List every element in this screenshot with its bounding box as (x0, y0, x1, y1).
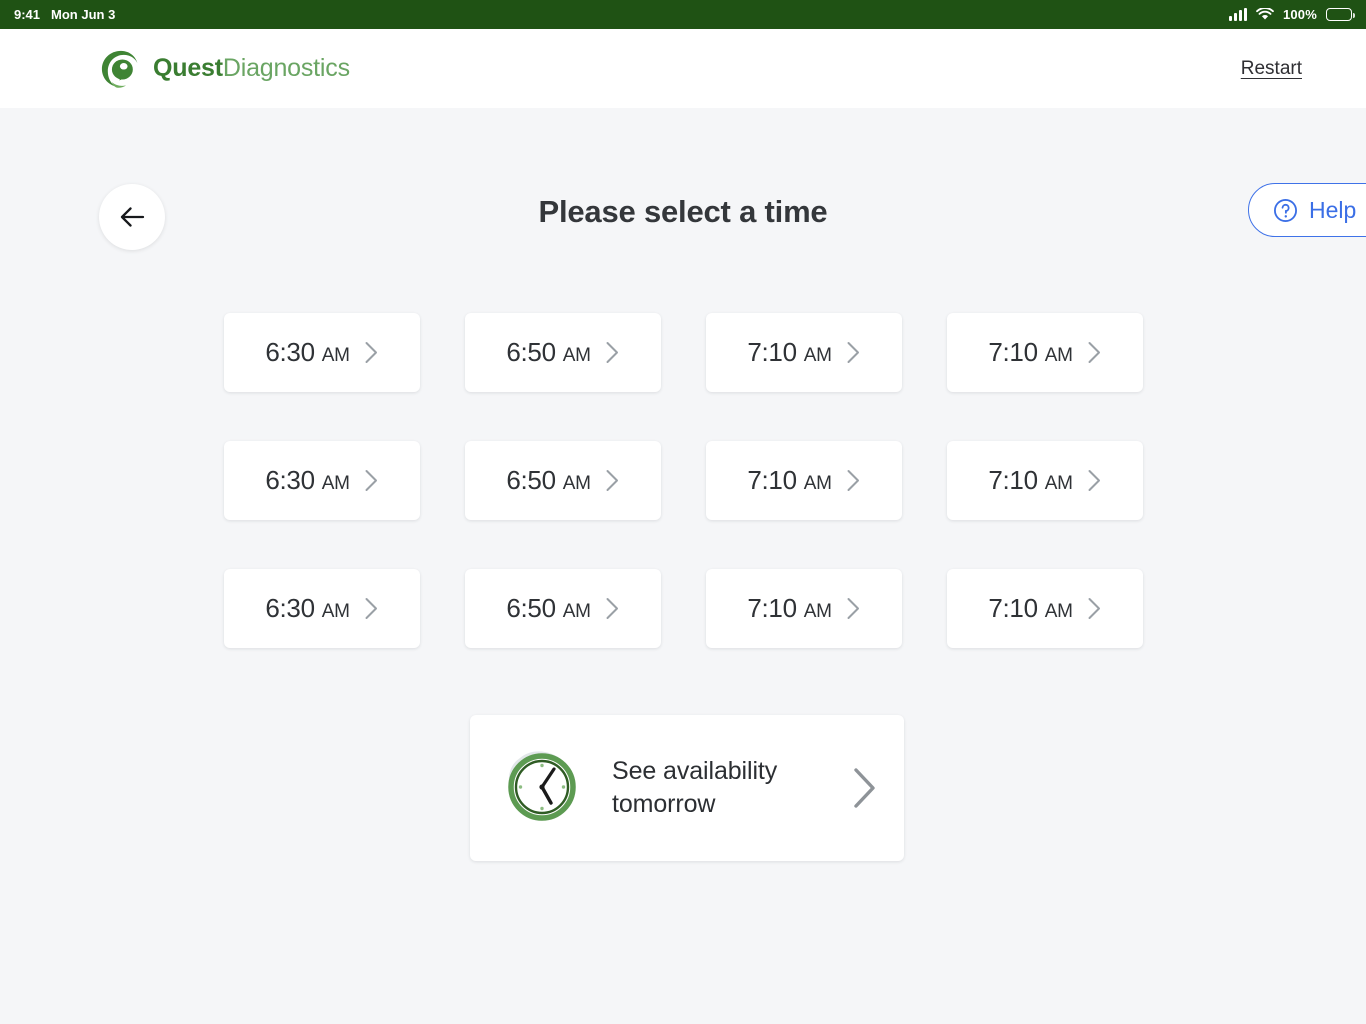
time-slot-meridiem: AM (562, 473, 591, 494)
chevron-right-icon (364, 341, 379, 364)
time-slot-time: 7:10 (747, 337, 797, 367)
chevron-right-icon (1087, 469, 1102, 492)
logo-quest-text: Quest (153, 54, 223, 82)
logo-diagnostics-text: Diagnostics (222, 54, 350, 82)
time-slot-meridiem: AM (1044, 601, 1073, 622)
time-slot-meridiem: AM (321, 345, 350, 366)
status-time: 9:41 (14, 7, 41, 22)
time-slot-card[interactable]: 6:50 AM (465, 313, 661, 392)
time-slot-time: 7:10 (747, 593, 797, 623)
chevron-right-icon (846, 341, 861, 364)
signal-bars-icon (1228, 8, 1247, 21)
status-date: Mon Jun 3 (51, 7, 116, 22)
time-slot-value: 6:50 AM (506, 465, 591, 496)
time-slot-card[interactable]: 6:50 AM (465, 569, 661, 648)
status-bar-left: 9:41 Mon Jun 3 (14, 7, 115, 22)
chevron-right-icon (605, 469, 620, 492)
chevron-right-icon (364, 597, 379, 620)
time-slot-value: 7:10 AM (747, 593, 832, 624)
time-slot-meridiem: AM (321, 601, 350, 622)
time-slot-time: 6:30 (265, 337, 315, 367)
time-slot-card[interactable]: 7:10 AM (706, 569, 902, 648)
time-slot-meridiem: AM (803, 345, 832, 366)
time-slot-card[interactable]: 6:30 AM (224, 569, 420, 648)
help-button-label: Help (1309, 196, 1357, 223)
battery-full-icon (1326, 8, 1355, 21)
time-slot-card[interactable]: 6:50 AM (465, 441, 661, 520)
time-slot-value: 7:10 AM (747, 465, 832, 496)
chevron-right-icon (1087, 341, 1102, 364)
time-slot-time: 6:50 (506, 465, 556, 495)
time-slot-meridiem: AM (562, 601, 591, 622)
time-slot-value: 7:10 AM (988, 465, 1073, 496)
time-slot-value: 6:30 AM (265, 593, 350, 624)
time-slot-meridiem: AM (1044, 345, 1073, 366)
time-slot-meridiem: AM (803, 473, 832, 494)
clock-icon (498, 742, 590, 834)
chevron-right-icon (852, 767, 878, 809)
chevron-right-icon (846, 597, 861, 620)
time-slot-time: 6:30 (265, 465, 315, 495)
chevron-right-icon (364, 469, 379, 492)
time-slot-value: 6:30 AM (265, 465, 350, 496)
main-content: Please select a time Help 6:30 AM 6:50 AM (0, 108, 1366, 1024)
time-slot-value: 7:10 AM (988, 593, 1073, 624)
logo-wordmark: QuestDiagnostics (153, 54, 350, 83)
time-slot-meridiem: AM (1044, 473, 1073, 494)
restart-link[interactable]: Restart (1241, 58, 1302, 80)
help-button[interactable]: Help (1248, 183, 1366, 237)
time-slot-meridiem: AM (321, 473, 350, 494)
see-availability-tomorrow-label: See availability tomorrow (612, 757, 778, 818)
question-circle-icon (1273, 198, 1298, 223)
time-slot-value: 6:30 AM (265, 337, 350, 368)
time-slot-card[interactable]: 6:30 AM (224, 313, 420, 392)
time-slot-grid: 6:30 AM 6:50 AM 7:10 AM 7:10 AM 6:30 AM … (224, 313, 1144, 648)
time-slot-meridiem: AM (562, 345, 591, 366)
time-slot-value: 7:10 AM (747, 337, 832, 368)
quest-swirl-logo-icon (99, 49, 143, 89)
time-slot-card[interactable]: 7:10 AM (706, 441, 902, 520)
status-bar: 9:41 Mon Jun 3 100% (0, 0, 1366, 29)
time-slot-card[interactable]: 7:10 AM (706, 313, 902, 392)
time-slot-time: 7:10 (988, 337, 1038, 367)
time-slot-time: 7:10 (988, 593, 1038, 623)
time-slot-card[interactable]: 6:30 AM (224, 441, 420, 520)
time-slot-value: 6:50 AM (506, 593, 591, 624)
time-slot-card[interactable]: 7:10 AM (947, 441, 1143, 520)
status-bar-right: 100% (1228, 7, 1355, 22)
chevron-right-icon (605, 341, 620, 364)
time-slot-time: 6:30 (265, 593, 315, 623)
chevron-right-icon (1087, 597, 1102, 620)
app-header: QuestDiagnostics Restart (0, 29, 1366, 108)
time-slot-meridiem: AM (803, 601, 832, 622)
time-slot-time: 6:50 (506, 593, 556, 623)
time-slot-time: 7:10 (988, 465, 1038, 495)
time-slot-card[interactable]: 7:10 AM (947, 569, 1143, 648)
time-slot-time: 6:50 (506, 337, 556, 367)
page-title: Please select a time (538, 194, 828, 229)
time-slot-value: 7:10 AM (988, 337, 1073, 368)
time-slot-value: 6:50 AM (506, 337, 591, 368)
see-availability-tomorrow-card[interactable]: See availability tomorrow (470, 715, 904, 861)
wifi-icon (1256, 8, 1274, 21)
quest-diagnostics-logo: QuestDiagnostics (99, 49, 350, 89)
time-slot-time: 7:10 (747, 465, 797, 495)
chevron-right-icon (605, 597, 620, 620)
chevron-right-icon (846, 469, 861, 492)
battery-percent-label: 100% (1282, 7, 1317, 22)
time-slot-card[interactable]: 7:10 AM (947, 313, 1143, 392)
